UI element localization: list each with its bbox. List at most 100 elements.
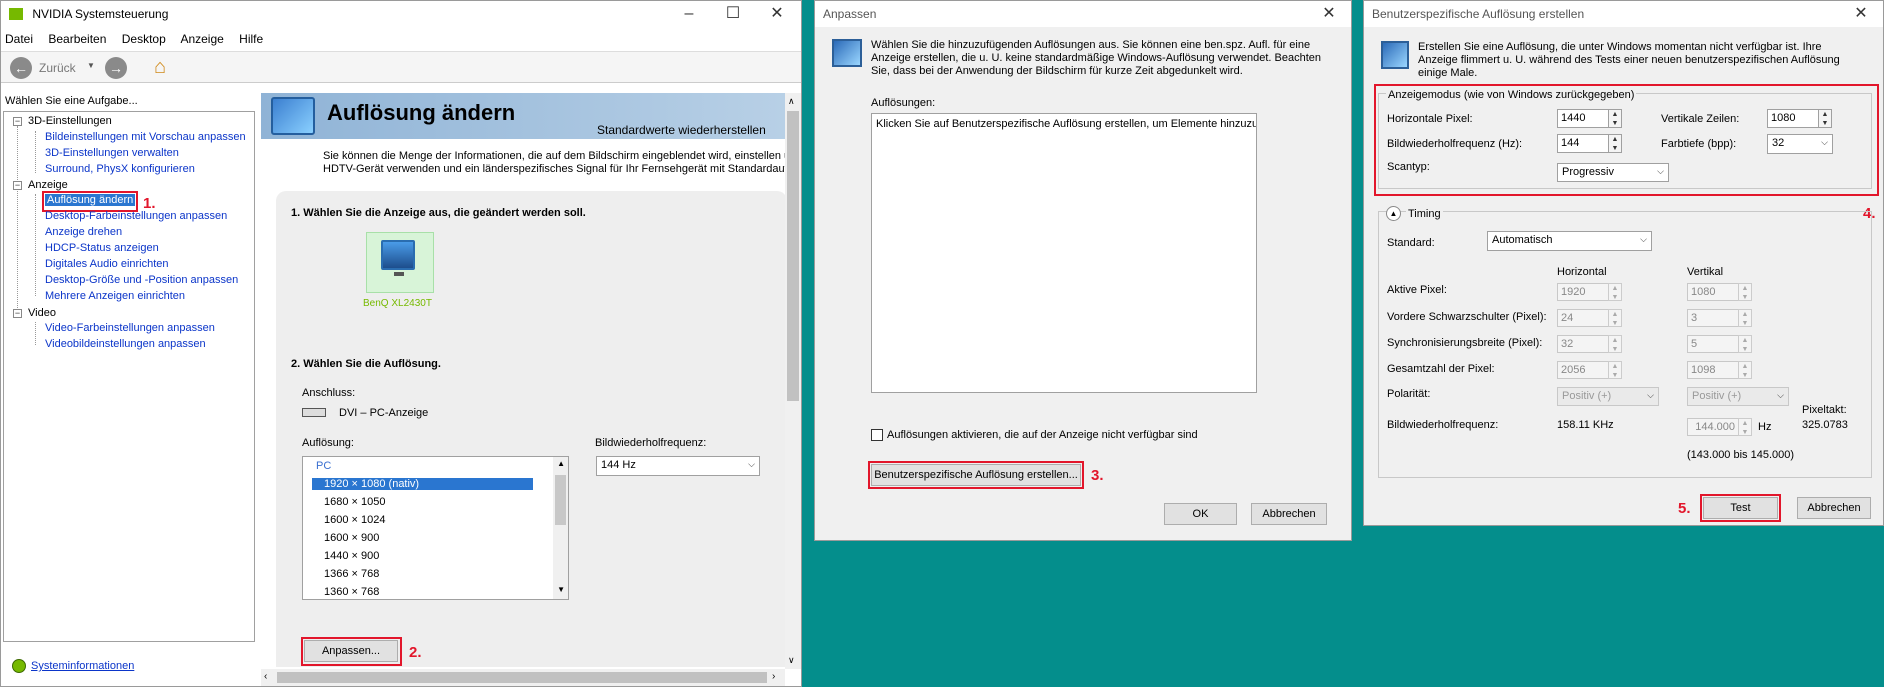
tree-item-bildeinstellungen[interactable]: Bildeinstellungen mit Vorschau anpassen bbox=[45, 131, 246, 143]
sync-width-h: 32 bbox=[1557, 335, 1609, 353]
tree-item-mehrere-anzeigen[interactable]: Mehrere Anzeigen einrichten bbox=[45, 290, 185, 302]
tree-item-desktop-groesse[interactable]: Desktop-Größe und -Position anpassen bbox=[45, 274, 238, 286]
tree-group-video[interactable]: Video bbox=[28, 307, 56, 319]
hscroll-left-icon[interactable]: ‹ bbox=[264, 671, 267, 682]
custom-intro-3: einige Male. bbox=[1418, 67, 1478, 79]
custom-cancel-button[interactable]: Abbrechen bbox=[1797, 497, 1871, 519]
description-line-1: Sie können die Menge der Informationen, … bbox=[323, 150, 785, 162]
restore-defaults-link[interactable]: Standardwerte wiederherstellen bbox=[597, 123, 766, 137]
enable-resolutions-label[interactable]: Auflösungen aktivieren, die auf der Anze… bbox=[887, 429, 1198, 441]
annotation-3: 3. bbox=[1091, 467, 1104, 484]
front-porch-h-stepper: ▲ ▼ bbox=[1608, 309, 1622, 327]
chevron-down-icon: ⌵ bbox=[1777, 390, 1784, 400]
list-item[interactable]: 1600 × 1024 bbox=[324, 514, 385, 526]
mode-group-label: Anzeigemodus (wie von Windows zurückgege… bbox=[1386, 89, 1637, 101]
resolution-list[interactable]: PC 1920 × 1080 (nativ) 1680 × 1050 1600 … bbox=[302, 456, 569, 600]
tree-item-anzeige-drehen[interactable]: Anzeige drehen bbox=[45, 226, 122, 238]
vscroll-down-icon[interactable]: ∨ bbox=[788, 655, 795, 666]
vscroll-up-icon[interactable]: ∧ bbox=[788, 96, 795, 107]
refresh-hz-stepper[interactable]: ▲ ▼ bbox=[1608, 134, 1622, 153]
front-porch-v: 3 bbox=[1687, 309, 1739, 327]
collapse-3d-icon[interactable]: − bbox=[13, 117, 22, 126]
chevron-down-icon: ⌵ bbox=[1821, 137, 1828, 147]
pixelclock-value: 325.0783 bbox=[1802, 419, 1848, 431]
tree-item-hdcp[interactable]: HDCP-Status anzeigen bbox=[45, 242, 159, 254]
task-label: Wählen Sie eine Aufgabe... bbox=[5, 95, 138, 107]
collapse-anzeige-icon[interactable]: − bbox=[13, 181, 22, 190]
tree-item-audio[interactable]: Digitales Audio einrichten bbox=[45, 258, 169, 270]
vscroll-thumb[interactable] bbox=[787, 111, 799, 401]
frequency-v-stepper: ▲ ▼ bbox=[1738, 418, 1752, 436]
tree-item-video-farbe[interactable]: Video-Farbeinstellungen anpassen bbox=[45, 322, 215, 334]
scan-type-dropdown[interactable]: Progressiv ⌵ bbox=[1557, 163, 1669, 182]
custom-title: Benutzerspezifische Auflösung erstellen bbox=[1372, 7, 1585, 21]
scroll-down-icon[interactable]: ▼ bbox=[557, 585, 565, 594]
active-pixels-label: Aktive Pixel: bbox=[1387, 284, 1447, 296]
anpassen-close-button[interactable]: ✕ bbox=[1307, 1, 1351, 27]
list-item[interactable]: 1366 × 768 bbox=[324, 568, 379, 580]
scroll-up-icon[interactable]: ▲ bbox=[557, 459, 565, 468]
tree-group-anzeige[interactable]: Anzeige bbox=[28, 179, 68, 191]
tree-dotline-4 bbox=[35, 322, 36, 345]
custom-titlebar: Benutzerspezifische Auflösung erstellen bbox=[1364, 1, 1883, 27]
sysinfo-icon bbox=[12, 659, 26, 673]
menu-hilfe[interactable]: Hilfe bbox=[239, 32, 263, 46]
tree-item-videobild[interactable]: Videobildeinstellungen anpassen bbox=[45, 338, 206, 350]
maximize-button[interactable]: ☐ bbox=[711, 1, 755, 27]
refresh-hz-input[interactable]: 144 bbox=[1557, 134, 1609, 153]
h-pixels-stepper[interactable]: ▲ ▼ bbox=[1608, 109, 1622, 128]
list-item[interactable]: 1360 × 768 bbox=[324, 586, 379, 598]
front-porch-label: Vordere Schwarzschulter (Pixel): bbox=[1387, 311, 1547, 323]
tree-item-surround[interactable]: Surround, PhysX konfigurieren bbox=[45, 163, 195, 175]
custom-intro-1: Erstellen Sie eine Auflösung, die unter … bbox=[1418, 41, 1822, 53]
hscroll-right-icon[interactable]: › bbox=[772, 671, 775, 682]
hscroll-thumb[interactable] bbox=[277, 672, 767, 683]
color-depth-value: 32 bbox=[1772, 137, 1785, 149]
custom-close-button[interactable]: ✕ bbox=[1839, 1, 1883, 27]
polarity-h-value: Positiv (+) bbox=[1562, 390, 1612, 402]
back-label[interactable]: Zurück bbox=[39, 61, 76, 75]
forward-arrow-icon[interactable]: → bbox=[105, 57, 127, 79]
total-pixels-h-stepper: ▲ ▼ bbox=[1608, 361, 1622, 379]
collapse-video-icon[interactable]: − bbox=[13, 309, 22, 318]
custom-display-icon bbox=[1381, 41, 1409, 69]
col-horizontal-label: Horizontal bbox=[1557, 266, 1607, 278]
front-porch-h: 24 bbox=[1557, 309, 1609, 327]
custom-resolution-dialog: Benutzerspezifische Auflösung erstellen … bbox=[1363, 0, 1884, 526]
menu-anzeige[interactable]: Anzeige bbox=[180, 32, 223, 46]
tree-item-3d-verwalten[interactable]: 3D-Einstellungen verwalten bbox=[45, 147, 179, 159]
color-depth-dropdown[interactable]: 32 ⌵ bbox=[1767, 134, 1833, 154]
resolutions-listbox[interactable]: Klicken Sie auf Benutzerspezifische Aufl… bbox=[871, 113, 1257, 393]
list-scroll-thumb[interactable] bbox=[555, 475, 566, 525]
standard-dropdown[interactable]: Automatisch ⌵ bbox=[1487, 231, 1652, 251]
v-lines-stepper[interactable]: ▲ ▼ bbox=[1818, 109, 1832, 128]
ok-button[interactable]: OK bbox=[1164, 503, 1237, 525]
menu-datei[interactable]: Datei bbox=[5, 32, 33, 46]
connection-label: Anschluss: bbox=[302, 387, 356, 399]
list-item-selected[interactable]: 1920 × 1080 (nativ) bbox=[312, 478, 533, 490]
list-item[interactable]: 1680 × 1050 bbox=[324, 496, 385, 508]
close-button[interactable]: ✕ bbox=[755, 1, 799, 27]
highlight-5 bbox=[1700, 494, 1781, 522]
display-icon bbox=[832, 39, 862, 67]
tree-group-3d[interactable]: 3D-Einstellungen bbox=[28, 115, 112, 127]
menu-bearbeiten[interactable]: Bearbeiten bbox=[48, 32, 106, 46]
minimize-button[interactable]: – bbox=[667, 1, 711, 27]
menu-desktop[interactable]: Desktop bbox=[122, 32, 166, 46]
v-lines-input[interactable]: 1080 bbox=[1767, 109, 1819, 128]
list-item[interactable]: 1440 × 900 bbox=[324, 550, 379, 562]
sysinfo-link[interactable]: Systeminformationen bbox=[31, 660, 134, 672]
list-item[interactable]: 1600 × 900 bbox=[324, 532, 379, 544]
refresh-dropdown[interactable]: 144 Hz ⌵ bbox=[596, 456, 760, 476]
display-settings-icon bbox=[271, 97, 315, 135]
back-arrow-icon[interactable]: ← bbox=[10, 57, 32, 79]
frequency-unit: Hz bbox=[1758, 421, 1772, 433]
h-pixels-input[interactable]: 1440 bbox=[1557, 109, 1609, 128]
home-icon[interactable]: ⌂ bbox=[148, 55, 172, 79]
back-dropdown-icon[interactable]: ▼ bbox=[87, 61, 95, 70]
enable-resolutions-checkbox[interactable] bbox=[871, 429, 883, 441]
total-pixels-label: Gesamtzahl der Pixel: bbox=[1387, 363, 1495, 375]
tree-item-farbeinstellungen[interactable]: Desktop-Farbeinstellungen anpassen bbox=[45, 210, 227, 222]
timing-collapse-icon[interactable]: ▲ bbox=[1386, 206, 1401, 221]
anpassen-cancel-button[interactable]: Abbrechen bbox=[1251, 503, 1327, 525]
